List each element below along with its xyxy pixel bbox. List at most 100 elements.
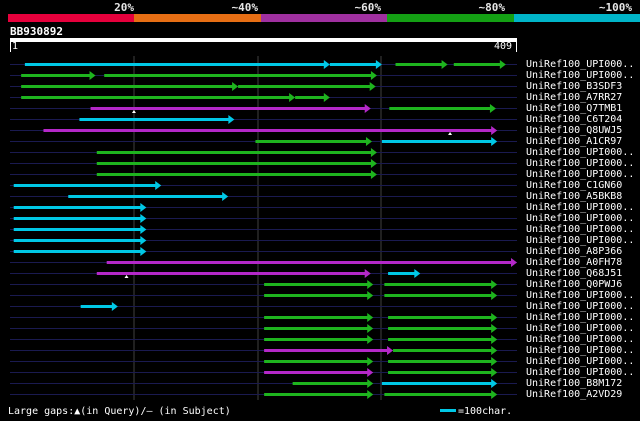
hit-arrowhead [323,93,330,102]
hit-label[interactable]: UniRef100_UPI000.. [526,70,634,81]
hit-segment [21,85,235,88]
hit-label[interactable]: UniRef100_UPI000.. [526,169,634,180]
hit-segment [13,228,143,231]
hit-label[interactable]: UniRef100_UPI000.. [526,323,634,334]
hit-segment [329,63,378,66]
hit-arrowhead [491,357,498,366]
hit-arrowhead [367,280,374,289]
hit-segment [68,195,225,198]
hit-arrowhead [369,82,376,91]
hit-segment [104,74,373,77]
hit-segment [388,316,494,319]
hit-label[interactable]: UniRef100_Q7TMB1 [526,103,622,114]
hit-arrowhead [491,291,498,300]
hit-segment [388,338,494,341]
hit-segment [96,151,373,154]
hit-segment [21,96,292,99]
hit-segment [384,283,494,286]
hit-arrowhead [367,368,374,377]
legend-key-label: =100char. [458,406,513,417]
hit-segment [13,184,158,187]
hit-arrowhead [491,313,498,322]
hit-segment [388,360,494,363]
hit-label[interactable]: UniRef100_A2VD29 [526,389,622,400]
hit-arrowhead [364,269,371,278]
hit-label[interactable]: UniRef100_UPI000.. [526,235,634,246]
hit-arrowhead [140,236,147,245]
hit-label[interactable]: UniRef100_UPI000.. [526,290,634,301]
hit-arrowhead [367,313,374,322]
hit-label[interactable]: UniRef100_B8M172 [526,378,622,389]
hit-label[interactable]: UniRef100_Q68J51 [526,268,622,279]
hit-arrowhead [365,137,372,146]
hit-label[interactable]: UniRef100_A0FH78 [526,257,622,268]
hit-label[interactable]: UniRef100_A7RR27 [526,92,622,103]
hit-arrowhead [222,192,229,201]
hit-segment [292,382,370,385]
hit-label[interactable]: UniRef100_B3SDF3 [526,81,622,92]
hit-arrowhead [367,291,374,300]
hit-segment [79,118,231,121]
hit-arrowhead [491,368,498,377]
hit-arrowhead [289,93,296,102]
hit-arrowhead [140,225,147,234]
hit-segment [96,162,373,165]
hit-label[interactable]: UniRef100_UPI000.. [526,312,634,323]
hit-segment [264,294,370,297]
hit-segment [238,85,372,88]
hit-arrowhead [499,60,506,69]
hit-label[interactable]: UniRef100_A1CR97 [526,136,622,147]
hit-segment [96,272,367,275]
hit-arrowhead [364,104,371,113]
hit-label[interactable]: UniRef100_Q8UWJ5 [526,125,622,136]
hit-arrowhead [89,71,96,80]
hit-label[interactable]: UniRef100_C6T204 [526,114,622,125]
hit-label[interactable]: UniRef100_UPI000.. [526,356,634,367]
hit-segment [264,316,370,319]
hit-label[interactable]: UniRef100_UPI000.. [526,367,634,378]
hit-label[interactable]: UniRef100_C1GN60 [526,180,622,191]
hit-arrowhead [370,71,377,80]
hit-segment [388,327,494,330]
hit-label[interactable]: UniRef100_UPI000.. [526,202,634,213]
hit-segment [453,63,502,66]
hit-label[interactable]: UniRef100_UPI000.. [526,213,634,224]
hit-segment [13,206,143,209]
hit-segment [80,305,114,308]
hit-segment [389,107,492,110]
hit-segment [13,217,143,220]
hit-label[interactable]: UniRef100_UPI000.. [526,59,634,70]
hit-label[interactable]: UniRef100_UPI000.. [526,301,634,312]
hit-segment [264,338,370,341]
hit-segment [264,360,370,363]
hit-segment [264,393,370,396]
hit-arrowhead [491,137,498,146]
hit-label[interactable]: UniRef100_UPI000.. [526,224,634,235]
hit-arrowhead [111,302,118,311]
hit-arrowhead [323,60,330,69]
hit-arrowhead [491,335,498,344]
hit-label[interactable]: UniRef100_UPI000.. [526,345,634,356]
hit-arrowhead [228,115,235,124]
hit-label[interactable]: UniRef100_UPI000.. [526,147,634,158]
hit-segment [393,349,494,352]
hit-segment [381,382,494,385]
hit-arrowhead [232,82,239,91]
hit-arrowhead [140,247,147,256]
hit-arrowhead [511,258,517,267]
hit-segment [255,140,368,143]
hit-arrowhead [489,104,496,113]
hit-label[interactable]: UniRef100_A5BKB8 [526,191,622,202]
hit-label[interactable]: UniRef100_A8P366 [526,246,622,257]
hit-arrowhead [367,390,374,399]
hit-arrowhead [491,379,498,388]
hit-label[interactable]: UniRef100_Q0PWJ6 [526,279,622,290]
hit-arrowhead [140,203,147,212]
hit-segment [264,349,390,352]
hit-label[interactable]: UniRef100_UPI000.. [526,334,634,345]
hit-segment [395,63,444,66]
legend-gaps: Large gaps:▲(in Query)/– (in Subject) [8,406,231,417]
hit-segment [21,74,92,77]
hit-label[interactable]: UniRef100_UPI000.. [526,158,634,169]
hit-arrowhead [370,148,377,157]
